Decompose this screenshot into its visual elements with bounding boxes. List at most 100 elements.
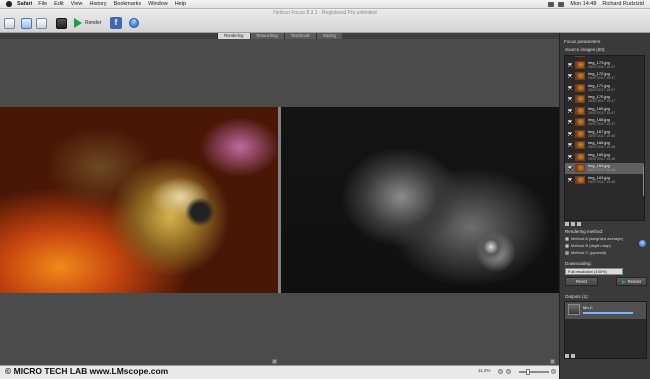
source-list-actions	[565, 222, 583, 226]
app-window: Safari File Edit View History Bookmarks …	[0, 0, 650, 379]
sort-icon[interactable]	[577, 222, 581, 226]
menu-help[interactable]: Help	[175, 1, 186, 7]
zoom-slider-knob[interactable]	[526, 369, 530, 375]
source-image-date: 26/07/2017 15:47	[588, 122, 616, 126]
source-image-date: 26/07/2017 15:48	[588, 55, 616, 57]
source-image-date: 26/07/2017 15:46	[588, 156, 616, 161]
source-image-row[interactable]: img_170.jpg 26/07/2017 15:47	[565, 94, 644, 105]
source-image-thumbnail	[575, 141, 585, 149]
method-b-radio[interactable]	[565, 243, 569, 248]
source-list-scrollbar[interactable]	[643, 166, 644, 196]
toolbar-help-button[interactable]: ?	[129, 17, 139, 29]
source-image-row[interactable]: img_174.jpg26/07/2017 15:48	[565, 55, 644, 59]
source-image-checkbox[interactable]	[568, 154, 572, 159]
source-image-checkbox[interactable]	[568, 177, 572, 182]
source-image-thumbnail	[575, 72, 585, 80]
image-viewer[interactable]	[0, 39, 559, 365]
source-image-date: 26/07/2017 15:47	[588, 110, 616, 115]
menu-user[interactable]: Richard Rudzizid	[602, 1, 644, 7]
source-image-row[interactable]: img_172.jpg 26/07/2017 15:47	[565, 71, 644, 82]
output-save-icon[interactable]	[565, 354, 569, 358]
source-image-checkbox[interactable]	[568, 97, 572, 101]
output-delete-icon[interactable]	[571, 354, 575, 358]
menu-bookmarks[interactable]: Bookmarks	[114, 1, 142, 7]
source-image-checkbox[interactable]	[568, 120, 572, 124]
source-image-checkbox[interactable]	[568, 131, 572, 136]
menu-edit[interactable]: Edit	[54, 1, 63, 7]
outputs-label: Outputs (1):	[565, 294, 589, 299]
zoom-level: 11.2%	[478, 368, 491, 373]
source-image-checkbox[interactable]	[568, 166, 572, 170]
layout-split-button[interactable]	[21, 17, 32, 29]
panel-render-label: Render	[627, 279, 642, 284]
source-image-row[interactable]: img_167.jpg 26/07/2017 15:46	[565, 129, 644, 140]
window-title: Helicon Focus 8.3.1 - Registered Pro unl…	[273, 10, 377, 16]
layout-stacked-button[interactable]	[36, 17, 47, 29]
source-image-date: 26/07/2017 15:46	[588, 133, 616, 138]
zoom-out-button[interactable]	[506, 369, 511, 374]
viewer-resize-grip[interactable]	[272, 359, 277, 364]
method-help-icon[interactable]: ?	[639, 240, 646, 247]
toolbar-render-button[interactable]: Render	[74, 17, 101, 29]
camera-button[interactable]	[56, 17, 67, 29]
reset-button[interactable]: Reset	[565, 277, 598, 286]
source-image-row[interactable]: img_173.jpg 26/07/2017 15:47	[565, 60, 644, 71]
wifi-icon[interactable]	[548, 1, 555, 7]
viewer-resize-grip-right[interactable]	[550, 359, 555, 364]
zoom-in-button[interactable]	[551, 369, 556, 374]
source-image-checkbox[interactable]	[568, 85, 572, 90]
source-images-label: Source images (60):	[565, 47, 606, 52]
source-image-row[interactable]: img_164.jpg 26/07/2017 15:46	[565, 163, 644, 174]
menu-window[interactable]: Window	[148, 1, 168, 7]
menu-history[interactable]: History	[89, 1, 106, 7]
battery-icon[interactable]	[558, 1, 565, 7]
source-image-date: 26/07/2017 15:47	[588, 64, 616, 69]
downscaling-select[interactable]: Full resolution (100%)	[565, 268, 623, 275]
method-a-radio[interactable]	[565, 236, 569, 241]
panel-render-button[interactable]: Render	[616, 277, 647, 286]
method-b-option[interactable]: Method B (depth map)	[565, 243, 611, 248]
source-image-date: 26/07/2017 15:46	[588, 168, 616, 172]
menu-file[interactable]: File	[38, 1, 47, 7]
zoom-slider[interactable]	[519, 371, 549, 373]
outputs-list[interactable]: Mn-C	[564, 301, 647, 359]
zoom-fit-button[interactable]	[498, 369, 503, 374]
menu-clock[interactable]: Mon 14:48	[570, 1, 596, 7]
source-image-row[interactable]: img_169.jpg 26/07/2017 15:47	[565, 106, 644, 117]
output-item[interactable]: Mn-C	[565, 302, 646, 319]
source-image-row[interactable]: img_163.jpg 26/07/2017 15:46	[565, 175, 644, 186]
source-image-thumbnail	[575, 83, 585, 92]
source-image-checkbox[interactable]	[568, 143, 572, 147]
source-image-checkbox[interactable]	[568, 74, 572, 78]
source-image-thumbnail	[575, 129, 585, 138]
open-files-button[interactable]	[4, 17, 15, 29]
remove-icon[interactable]	[571, 222, 575, 226]
menu-view[interactable]: View	[71, 1, 83, 7]
app-toolbar: Helicon Focus 8.3.1 - Registered Pro unl…	[0, 9, 650, 33]
source-images-list[interactable]: img_163.jpg 26/07/2017 15:46 img_164.jpg 26…	[564, 55, 645, 221]
render-play-icon	[74, 18, 82, 28]
source-image-checkbox[interactable]	[568, 62, 572, 67]
source-image-thumbnail	[575, 60, 585, 69]
source-image-row[interactable]: img_166.jpg 26/07/2017 15:46	[565, 140, 644, 151]
source-image-checkbox[interactable]	[568, 108, 572, 113]
source-image-row[interactable]: img_168.jpg 26/07/2017 15:47	[565, 117, 644, 128]
source-image-row[interactable]: img_165.jpg 26/07/2017 15:46	[565, 152, 644, 163]
source-image-thumbnail	[575, 95, 585, 103]
apple-icon[interactable]	[6, 1, 12, 7]
source-image-thumbnail	[575, 118, 585, 126]
method-a-label: Method A (weighted average)	[571, 236, 624, 241]
depth-map-preview[interactable]	[281, 107, 559, 293]
outputs-actions	[565, 354, 577, 358]
source-image-thumbnail	[575, 56, 585, 57]
method-c-radio[interactable]	[565, 250, 569, 255]
menu-app-name[interactable]: Safari	[17, 1, 32, 7]
method-a-option[interactable]: Method A (weighted average)	[565, 236, 623, 241]
facebook-button[interactable]: f	[110, 17, 122, 29]
watermark-text: © MICRO TECH LAB www.LMscope.com	[5, 366, 169, 376]
source-image-row[interactable]: img_171.jpg 26/07/2017 15:47	[565, 83, 644, 94]
method-c-option[interactable]: Method C (pyramid)	[565, 250, 606, 255]
help-icon: ?	[129, 18, 139, 28]
source-image-preview[interactable]	[0, 107, 278, 293]
check-all-icon[interactable]	[565, 222, 569, 226]
